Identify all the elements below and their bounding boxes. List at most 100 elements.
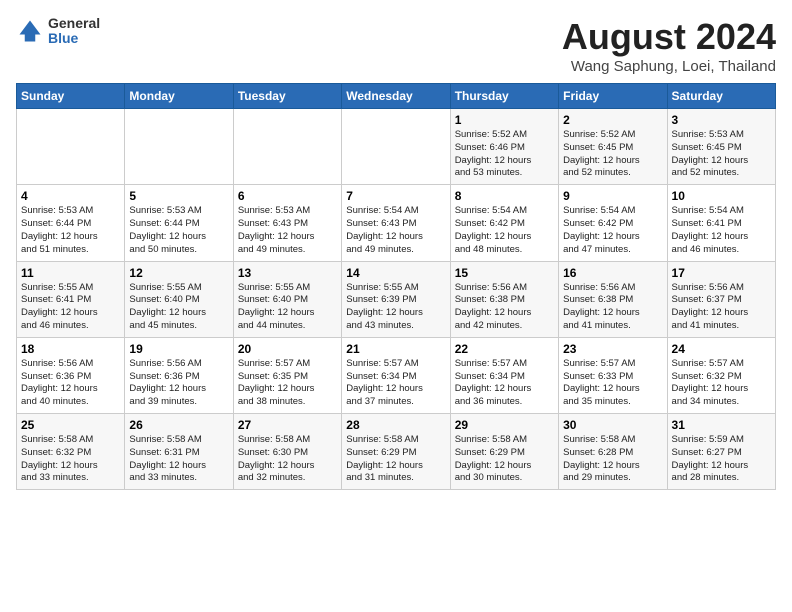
- calendar-cell: 8 Sunrise: 5:54 AM Sunset: 6:42 PM Daylig…: [450, 185, 558, 261]
- logo-icon: [16, 17, 44, 45]
- calendar-cell: [233, 109, 341, 185]
- day-info: Sunrise: 5:52 AM Sunset: 6:46 PM Dayligh…: [455, 129, 554, 180]
- calendar-cell: 15Sunrise: 5:56 AM Sunset: 6:38 PM Dayli…: [450, 261, 558, 337]
- day-info: Sunrise: 5:53 AM Sunset: 6:45 PM Dayligh…: [672, 129, 771, 180]
- day-info: Sunrise: 5:55 AM Sunset: 6:39 PM Dayligh…: [346, 282, 445, 333]
- calendar-cell: 29Sunrise: 5:58 AM Sunset: 6:29 PM Dayli…: [450, 414, 558, 490]
- day-info: Sunrise: 5:57 AM Sunset: 6:32 PM Dayligh…: [672, 358, 771, 409]
- calendar-cell: 1 Sunrise: 5:52 AM Sunset: 6:46 PM Daylig…: [450, 109, 558, 185]
- day-number: 21: [346, 342, 445, 356]
- calendar-cell: 21 Sunrise: 5:57 AM Sunset: 6:34 PM Dayli…: [342, 337, 450, 413]
- day-number: 22: [455, 342, 554, 356]
- day-info: Sunrise: 5:57 AM Sunset: 6:34 PM Dayligh…: [455, 358, 554, 409]
- day-number: 2: [563, 113, 662, 127]
- day-number: 4: [21, 189, 120, 203]
- day-number: 6: [238, 189, 337, 203]
- calendar-cell: 23 Sunrise: 5:57 AM Sunset: 6:33 PM Dayli…: [559, 337, 667, 413]
- day-number: 10: [672, 189, 771, 203]
- day-number: 8: [455, 189, 554, 203]
- calendar-header: SundayMondayTuesdayWednesdayThursdayFrid…: [17, 84, 776, 109]
- day-info: Sunrise: 5:58 AM Sunset: 6:29 PM Dayligh…: [455, 434, 554, 485]
- day-number: 5: [129, 189, 228, 203]
- day-info: Sunrise: 5:57 AM Sunset: 6:34 PM Dayligh…: [346, 358, 445, 409]
- calendar-cell: 26Sunrise: 5:58 AM Sunset: 6:31 PM Dayli…: [125, 414, 233, 490]
- day-number: 13: [238, 266, 337, 280]
- calendar-cell: 2Sunrise: 5:52 AM Sunset: 6:45 PM Daylig…: [559, 109, 667, 185]
- weekday-header-thursday: Thursday: [450, 84, 558, 109]
- logo-line2: Blue: [48, 31, 100, 46]
- day-info: Sunrise: 5:56 AM Sunset: 6:36 PM Dayligh…: [21, 358, 120, 409]
- calendar-body: 1 Sunrise: 5:52 AM Sunset: 6:46 PM Daylig…: [17, 109, 776, 490]
- day-number: 11: [21, 266, 120, 280]
- weekday-row: SundayMondayTuesdayWednesdayThursdayFrid…: [17, 84, 776, 109]
- day-info: Sunrise: 5:58 AM Sunset: 6:30 PM Dayligh…: [238, 434, 337, 485]
- week-row-3: 11 Sunrise: 5:55 AM Sunset: 6:41 PM Dayli…: [17, 261, 776, 337]
- day-info: Sunrise: 5:59 AM Sunset: 6:27 PM Dayligh…: [672, 434, 771, 485]
- day-info: Sunrise: 5:56 AM Sunset: 6:37 PM Dayligh…: [672, 282, 771, 333]
- calendar-cell: 9 Sunrise: 5:54 AM Sunset: 6:42 PM Daylig…: [559, 185, 667, 261]
- calendar-cell: 24 Sunrise: 5:57 AM Sunset: 6:32 PM Dayli…: [667, 337, 775, 413]
- title-block: August 2024 Wang Saphung, Loei, Thailand: [562, 16, 776, 75]
- day-info: Sunrise: 5:55 AM Sunset: 6:41 PM Dayligh…: [21, 282, 120, 333]
- weekday-header-sunday: Sunday: [17, 84, 125, 109]
- day-info: Sunrise: 5:54 AM Sunset: 6:42 PM Dayligh…: [455, 205, 554, 256]
- calendar-cell: 19 Sunrise: 5:56 AM Sunset: 6:36 PM Dayli…: [125, 337, 233, 413]
- calendar-cell: 11 Sunrise: 5:55 AM Sunset: 6:41 PM Dayli…: [17, 261, 125, 337]
- day-number: 1: [455, 113, 554, 127]
- calendar-cell: 13 Sunrise: 5:55 AM Sunset: 6:40 PM Dayli…: [233, 261, 341, 337]
- week-row-2: 4 Sunrise: 5:53 AM Sunset: 6:44 PM Daylig…: [17, 185, 776, 261]
- calendar-cell: [125, 109, 233, 185]
- day-info: Sunrise: 5:54 AM Sunset: 6:42 PM Dayligh…: [563, 205, 662, 256]
- day-number: 23: [563, 342, 662, 356]
- day-number: 14: [346, 266, 445, 280]
- day-number: 25: [21, 418, 120, 432]
- week-row-1: 1 Sunrise: 5:52 AM Sunset: 6:46 PM Daylig…: [17, 109, 776, 185]
- weekday-header-monday: Monday: [125, 84, 233, 109]
- calendar-cell: 25 Sunrise: 5:58 AM Sunset: 6:32 PM Dayli…: [17, 414, 125, 490]
- day-info: Sunrise: 5:58 AM Sunset: 6:32 PM Dayligh…: [21, 434, 120, 485]
- day-info: Sunrise: 5:53 AM Sunset: 6:43 PM Dayligh…: [238, 205, 337, 256]
- day-number: 28: [346, 418, 445, 432]
- day-info: Sunrise: 5:57 AM Sunset: 6:35 PM Dayligh…: [238, 358, 337, 409]
- day-number: 15: [455, 266, 554, 280]
- weekday-header-friday: Friday: [559, 84, 667, 109]
- calendar-cell: 6 Sunrise: 5:53 AM Sunset: 6:43 PM Daylig…: [233, 185, 341, 261]
- day-info: Sunrise: 5:54 AM Sunset: 6:43 PM Dayligh…: [346, 205, 445, 256]
- day-number: 20: [238, 342, 337, 356]
- calendar-cell: 28Sunrise: 5:58 AM Sunset: 6:29 PM Dayli…: [342, 414, 450, 490]
- day-number: 9: [563, 189, 662, 203]
- day-info: Sunrise: 5:53 AM Sunset: 6:44 PM Dayligh…: [21, 205, 120, 256]
- calendar-cell: 18 Sunrise: 5:56 AM Sunset: 6:36 PM Dayli…: [17, 337, 125, 413]
- calendar-cell: 7Sunrise: 5:54 AM Sunset: 6:43 PM Daylig…: [342, 185, 450, 261]
- week-row-5: 25 Sunrise: 5:58 AM Sunset: 6:32 PM Dayli…: [17, 414, 776, 490]
- weekday-header-saturday: Saturday: [667, 84, 775, 109]
- calendar-cell: 10Sunrise: 5:54 AM Sunset: 6:41 PM Dayli…: [667, 185, 775, 261]
- day-number: 24: [672, 342, 771, 356]
- day-number: 16: [563, 266, 662, 280]
- day-info: Sunrise: 5:55 AM Sunset: 6:40 PM Dayligh…: [129, 282, 228, 333]
- calendar-table: SundayMondayTuesdayWednesdayThursdayFrid…: [16, 83, 776, 490]
- day-info: Sunrise: 5:55 AM Sunset: 6:40 PM Dayligh…: [238, 282, 337, 333]
- calendar-cell: 31 Sunrise: 5:59 AM Sunset: 6:27 PM Dayli…: [667, 414, 775, 490]
- calendar-cell: 4 Sunrise: 5:53 AM Sunset: 6:44 PM Daylig…: [17, 185, 125, 261]
- day-number: 31: [672, 418, 771, 432]
- day-number: 27: [238, 418, 337, 432]
- calendar-cell: 5 Sunrise: 5:53 AM Sunset: 6:44 PM Daylig…: [125, 185, 233, 261]
- day-number: 17: [672, 266, 771, 280]
- day-number: 12: [129, 266, 228, 280]
- logo: General Blue: [16, 16, 100, 47]
- day-number: 19: [129, 342, 228, 356]
- weekday-header-tuesday: Tuesday: [233, 84, 341, 109]
- day-info: Sunrise: 5:57 AM Sunset: 6:33 PM Dayligh…: [563, 358, 662, 409]
- logo-text: General Blue: [48, 16, 100, 47]
- calendar-cell: [342, 109, 450, 185]
- calendar-cell: 14 Sunrise: 5:55 AM Sunset: 6:39 PM Dayli…: [342, 261, 450, 337]
- day-number: 18: [21, 342, 120, 356]
- logo-line1: General: [48, 16, 100, 31]
- calendar-title: August 2024: [562, 16, 776, 58]
- day-info: Sunrise: 5:53 AM Sunset: 6:44 PM Dayligh…: [129, 205, 228, 256]
- calendar-cell: 30Sunrise: 5:58 AM Sunset: 6:28 PM Dayli…: [559, 414, 667, 490]
- day-info: Sunrise: 5:56 AM Sunset: 6:38 PM Dayligh…: [563, 282, 662, 333]
- day-info: Sunrise: 5:56 AM Sunset: 6:36 PM Dayligh…: [129, 358, 228, 409]
- day-info: Sunrise: 5:58 AM Sunset: 6:31 PM Dayligh…: [129, 434, 228, 485]
